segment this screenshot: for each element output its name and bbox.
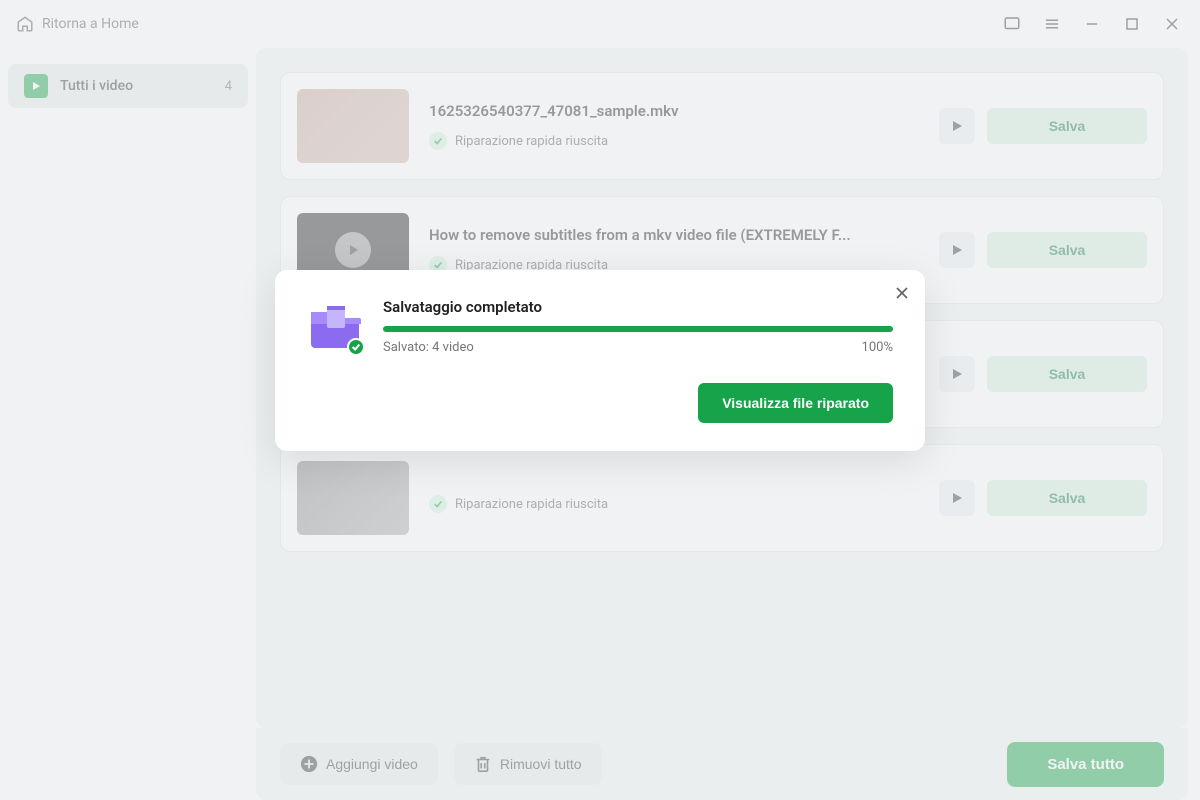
modal-backdrop: Salvataggio completato Salvato: 4 video … bbox=[0, 0, 1200, 800]
modal-title: Salvataggio completato bbox=[383, 298, 893, 316]
progress-bar bbox=[383, 326, 893, 332]
view-repaired-button[interactable]: Visualizza file riparato bbox=[698, 383, 893, 423]
modal-close-button[interactable] bbox=[895, 284, 909, 305]
close-icon bbox=[895, 286, 909, 300]
modal-saved-text: Salvato: 4 video bbox=[383, 340, 474, 355]
modal-percent: 100% bbox=[862, 340, 893, 355]
save-complete-dialog: Salvataggio completato Salvato: 4 video … bbox=[275, 270, 925, 451]
folder-icon bbox=[307, 298, 363, 354]
check-icon bbox=[347, 338, 365, 356]
